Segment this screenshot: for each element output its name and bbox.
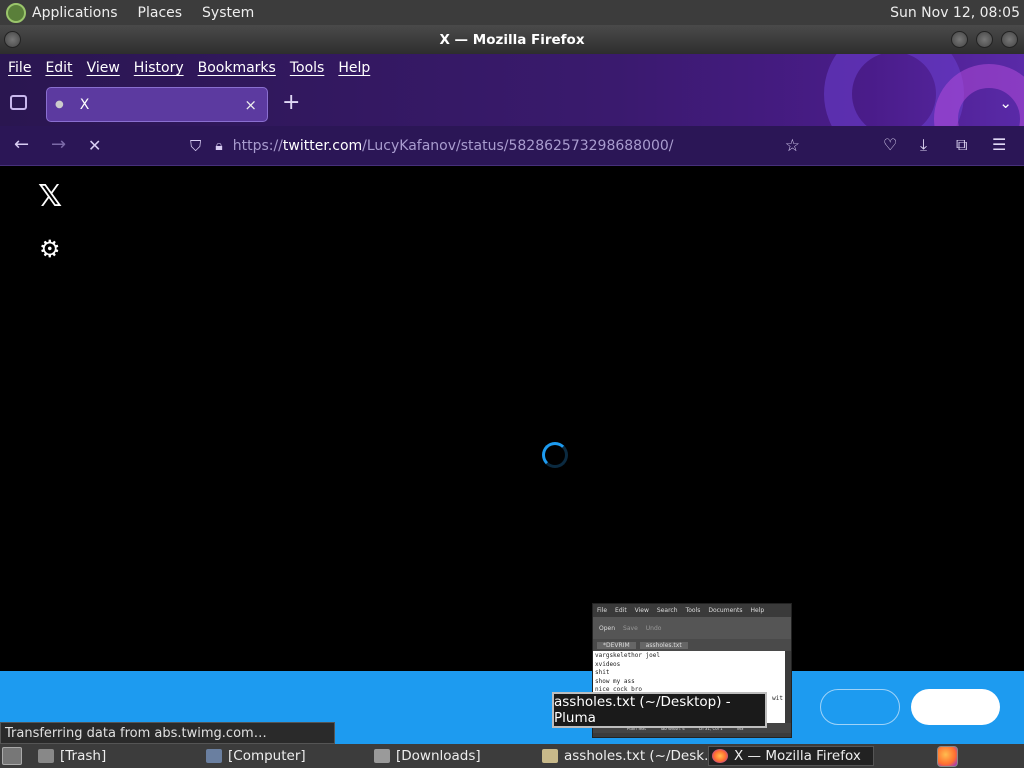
taskbar-item-label: [Downloads]: [396, 748, 481, 764]
preview-tab: assholes.txt: [639, 641, 688, 649]
firefox-header: File Edit View History Bookmarks Tools H…: [0, 54, 1024, 126]
hamburger-menu-icon[interactable]: ☰: [992, 135, 1006, 154]
preview-menu-item: Help: [750, 607, 765, 614]
taskbar-item-computer[interactable]: [Computer]: [206, 746, 306, 766]
menu-bookmarks[interactable]: Bookmarks: [198, 60, 276, 76]
show-desktop-icon[interactable]: [2, 747, 22, 765]
window-preview-tooltip: assholes.txt (~/Desktop) - Pluma: [552, 692, 767, 728]
preview-menu-item: Documents: [708, 607, 743, 614]
back-button[interactable]: ←: [14, 134, 29, 155]
menu-edit[interactable]: Edit: [45, 60, 72, 76]
preview-line: shit: [595, 669, 610, 676]
x-logo-icon[interactable]: 𝕏: [38, 179, 62, 214]
gear-icon[interactable]: ⚙: [39, 235, 61, 263]
forward-button[interactable]: →: [51, 134, 66, 155]
tracking-protection-shield-icon[interactable]: ⛉: [190, 137, 201, 155]
taskbar-item-trash[interactable]: [Trash]: [38, 746, 106, 766]
preview-menu-item: Edit: [615, 607, 627, 614]
bottom-taskbar: [Trash] [Computer] [Downloads] assholes.…: [0, 744, 1024, 768]
mate-logo-icon[interactable]: [6, 2, 26, 23]
url-text[interactable]: https://twitter.com/LucyKafanov/status/5…: [233, 138, 674, 154]
preview-line: xvideos: [595, 660, 621, 668]
firefox-launcher-icon[interactable]: [937, 746, 958, 767]
extensions-icon[interactable]: ⧉: [956, 135, 967, 155]
new-tab-button[interactable]: +: [282, 90, 300, 115]
places-menu[interactable]: Places: [138, 5, 183, 21]
top-panel: Applications Places System Sun Nov 12, 0…: [0, 0, 1024, 25]
preview-save-label: Save: [623, 624, 638, 632]
system-menu[interactable]: System: [202, 5, 254, 21]
preview-line: vargskelethor joel: [595, 652, 661, 659]
preview-open-label: Open: [599, 624, 616, 632]
tab-x[interactable]: ● X ×: [46, 87, 268, 122]
navigation-toolbar: ← → ✕ ⛉ 🔒︎ https://twitter.com/LucyKafan…: [0, 126, 1024, 166]
preview-tabs: *DEVRIM assholes.txt: [593, 639, 791, 651]
taskbar-item-pluma[interactable]: assholes.txt (~/Desk...: [542, 746, 717, 766]
browser-status-text: Transferring data from abs.twimg.com…: [0, 722, 335, 744]
taskbar-item-label: assholes.txt (~/Desk...: [564, 748, 717, 764]
clock[interactable]: Sun Nov 12, 08:05: [890, 5, 1020, 21]
menu-help[interactable]: Help: [338, 60, 370, 76]
window-menu-button[interactable]: [4, 31, 21, 48]
folder-icon: [374, 749, 390, 763]
minimize-button[interactable]: [951, 31, 968, 48]
tab-strip: ● X × + ⌄: [0, 84, 1024, 124]
preview-menubar: File Edit View Search Tools Documents He…: [593, 604, 791, 617]
menu-file[interactable]: File: [8, 60, 31, 76]
maximize-button[interactable]: [976, 31, 993, 48]
trash-icon: [38, 749, 54, 763]
loading-dot-icon: ●: [55, 99, 64, 110]
url-bar[interactable]: ⛉ 🔒︎ https://twitter.com/LucyKafanov/sta…: [180, 130, 810, 161]
close-window-button[interactable]: [1001, 31, 1018, 48]
preview-undo-label: Undo: [645, 624, 662, 632]
preview-menu-item: View: [634, 607, 649, 614]
preview-toolbar: Open Save Undo: [593, 617, 791, 639]
window-title: X — Mozilla Firefox: [439, 31, 585, 48]
taskbar-item-label: X — Mozilla Firefox: [734, 748, 861, 764]
text-editor-icon: [542, 749, 558, 763]
taskbar-item-downloads[interactable]: [Downloads]: [374, 746, 481, 766]
tab-title: X: [79, 96, 90, 113]
preview-menu-item: Search: [656, 607, 678, 614]
pocket-icon[interactable]: ♡: [883, 135, 897, 154]
taskbar-item-label: [Trash]: [60, 748, 107, 764]
signup-button[interactable]: [911, 689, 1000, 725]
menu-view[interactable]: View: [87, 60, 120, 76]
bookmark-star-icon[interactable]: ☆: [785, 136, 800, 156]
computer-icon: [206, 749, 222, 763]
taskbar-item-label: [Computer]: [228, 748, 306, 764]
firefox-icon: [712, 749, 728, 763]
taskbar-item-firefox[interactable]: X — Mozilla Firefox: [708, 746, 874, 766]
applications-menu[interactable]: Applications: [32, 5, 118, 21]
menu-tools[interactable]: Tools: [290, 60, 325, 76]
preview-menu-item: File: [597, 607, 608, 614]
login-button[interactable]: [820, 689, 900, 725]
lock-icon[interactable]: 🔒︎: [215, 138, 222, 154]
stop-button[interactable]: ✕: [88, 136, 101, 155]
preview-tab: *DEVRIM: [597, 641, 636, 649]
menu-history[interactable]: History: [134, 60, 184, 76]
preview-line: show my ass: [595, 677, 635, 685]
preview-menu-item: Tools: [685, 607, 701, 614]
downloads-icon[interactable]: ⤓: [920, 135, 927, 155]
menubar: File Edit View History Bookmarks Tools H…: [0, 54, 376, 82]
page-content: 𝕏 ⚙: [0, 167, 1024, 671]
loading-spinner: [542, 442, 568, 468]
firefox-view-icon[interactable]: [10, 95, 27, 110]
window-titlebar[interactable]: X — Mozilla Firefox: [0, 25, 1024, 54]
tab-close-icon[interactable]: ×: [244, 96, 257, 114]
list-all-tabs-icon[interactable]: ⌄: [999, 94, 1012, 112]
